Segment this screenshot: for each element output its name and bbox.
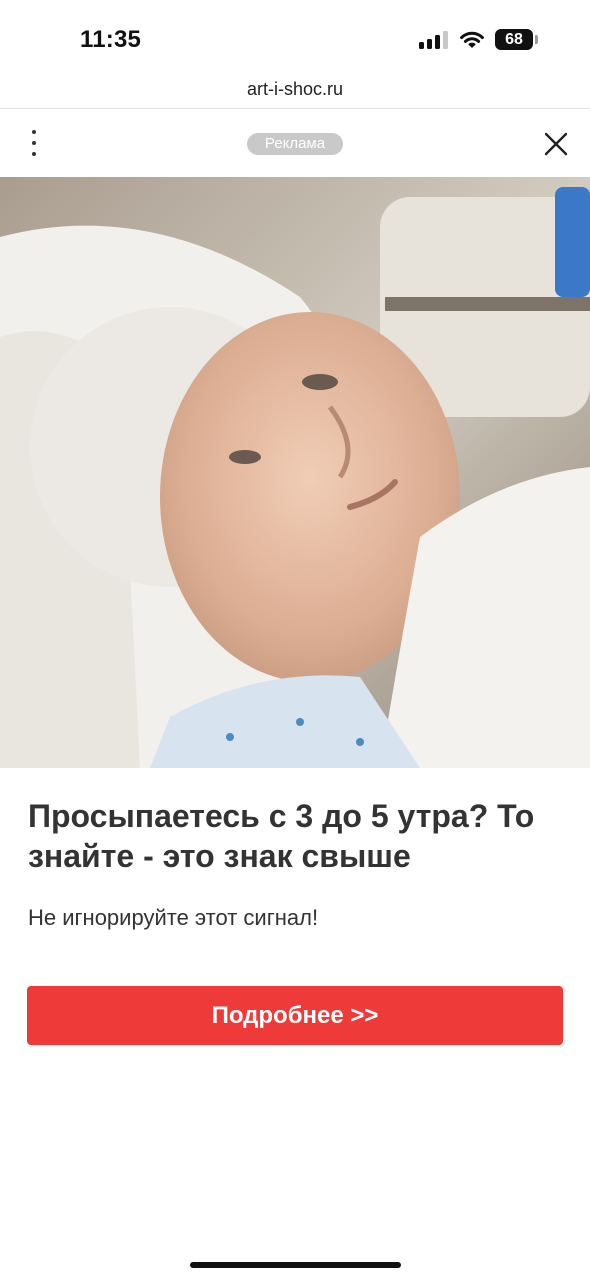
- status-bar: 11:35 68: [0, 0, 590, 72]
- close-icon[interactable]: [542, 130, 570, 158]
- more-vertical-icon[interactable]: [24, 130, 44, 156]
- ad-headline[interactable]: Просыпаетесь с 3 до 5 утра? То знайте - …: [28, 796, 568, 876]
- cellular-signal-icon: [419, 31, 449, 49]
- wifi-icon: [460, 31, 484, 48]
- ad-header: Реклама: [0, 110, 590, 177]
- address-bar[interactable]: art-i-shoc.ru: [0, 72, 590, 109]
- battery-icon: 68: [495, 29, 533, 50]
- status-time: 11:35: [80, 26, 142, 53]
- ad-subtext: Не игнорируйте этот сигнал!: [28, 905, 319, 930]
- home-indicator[interactable]: [190, 1262, 401, 1268]
- more-details-button[interactable]: Подробнее >>: [27, 986, 563, 1045]
- ad-image[interactable]: [0, 177, 590, 768]
- ad-photo: [0, 177, 590, 768]
- battery-cap: [535, 35, 538, 44]
- ad-badge: Реклама: [247, 133, 343, 155]
- url-text: art-i-shoc.ru: [246, 79, 344, 99]
